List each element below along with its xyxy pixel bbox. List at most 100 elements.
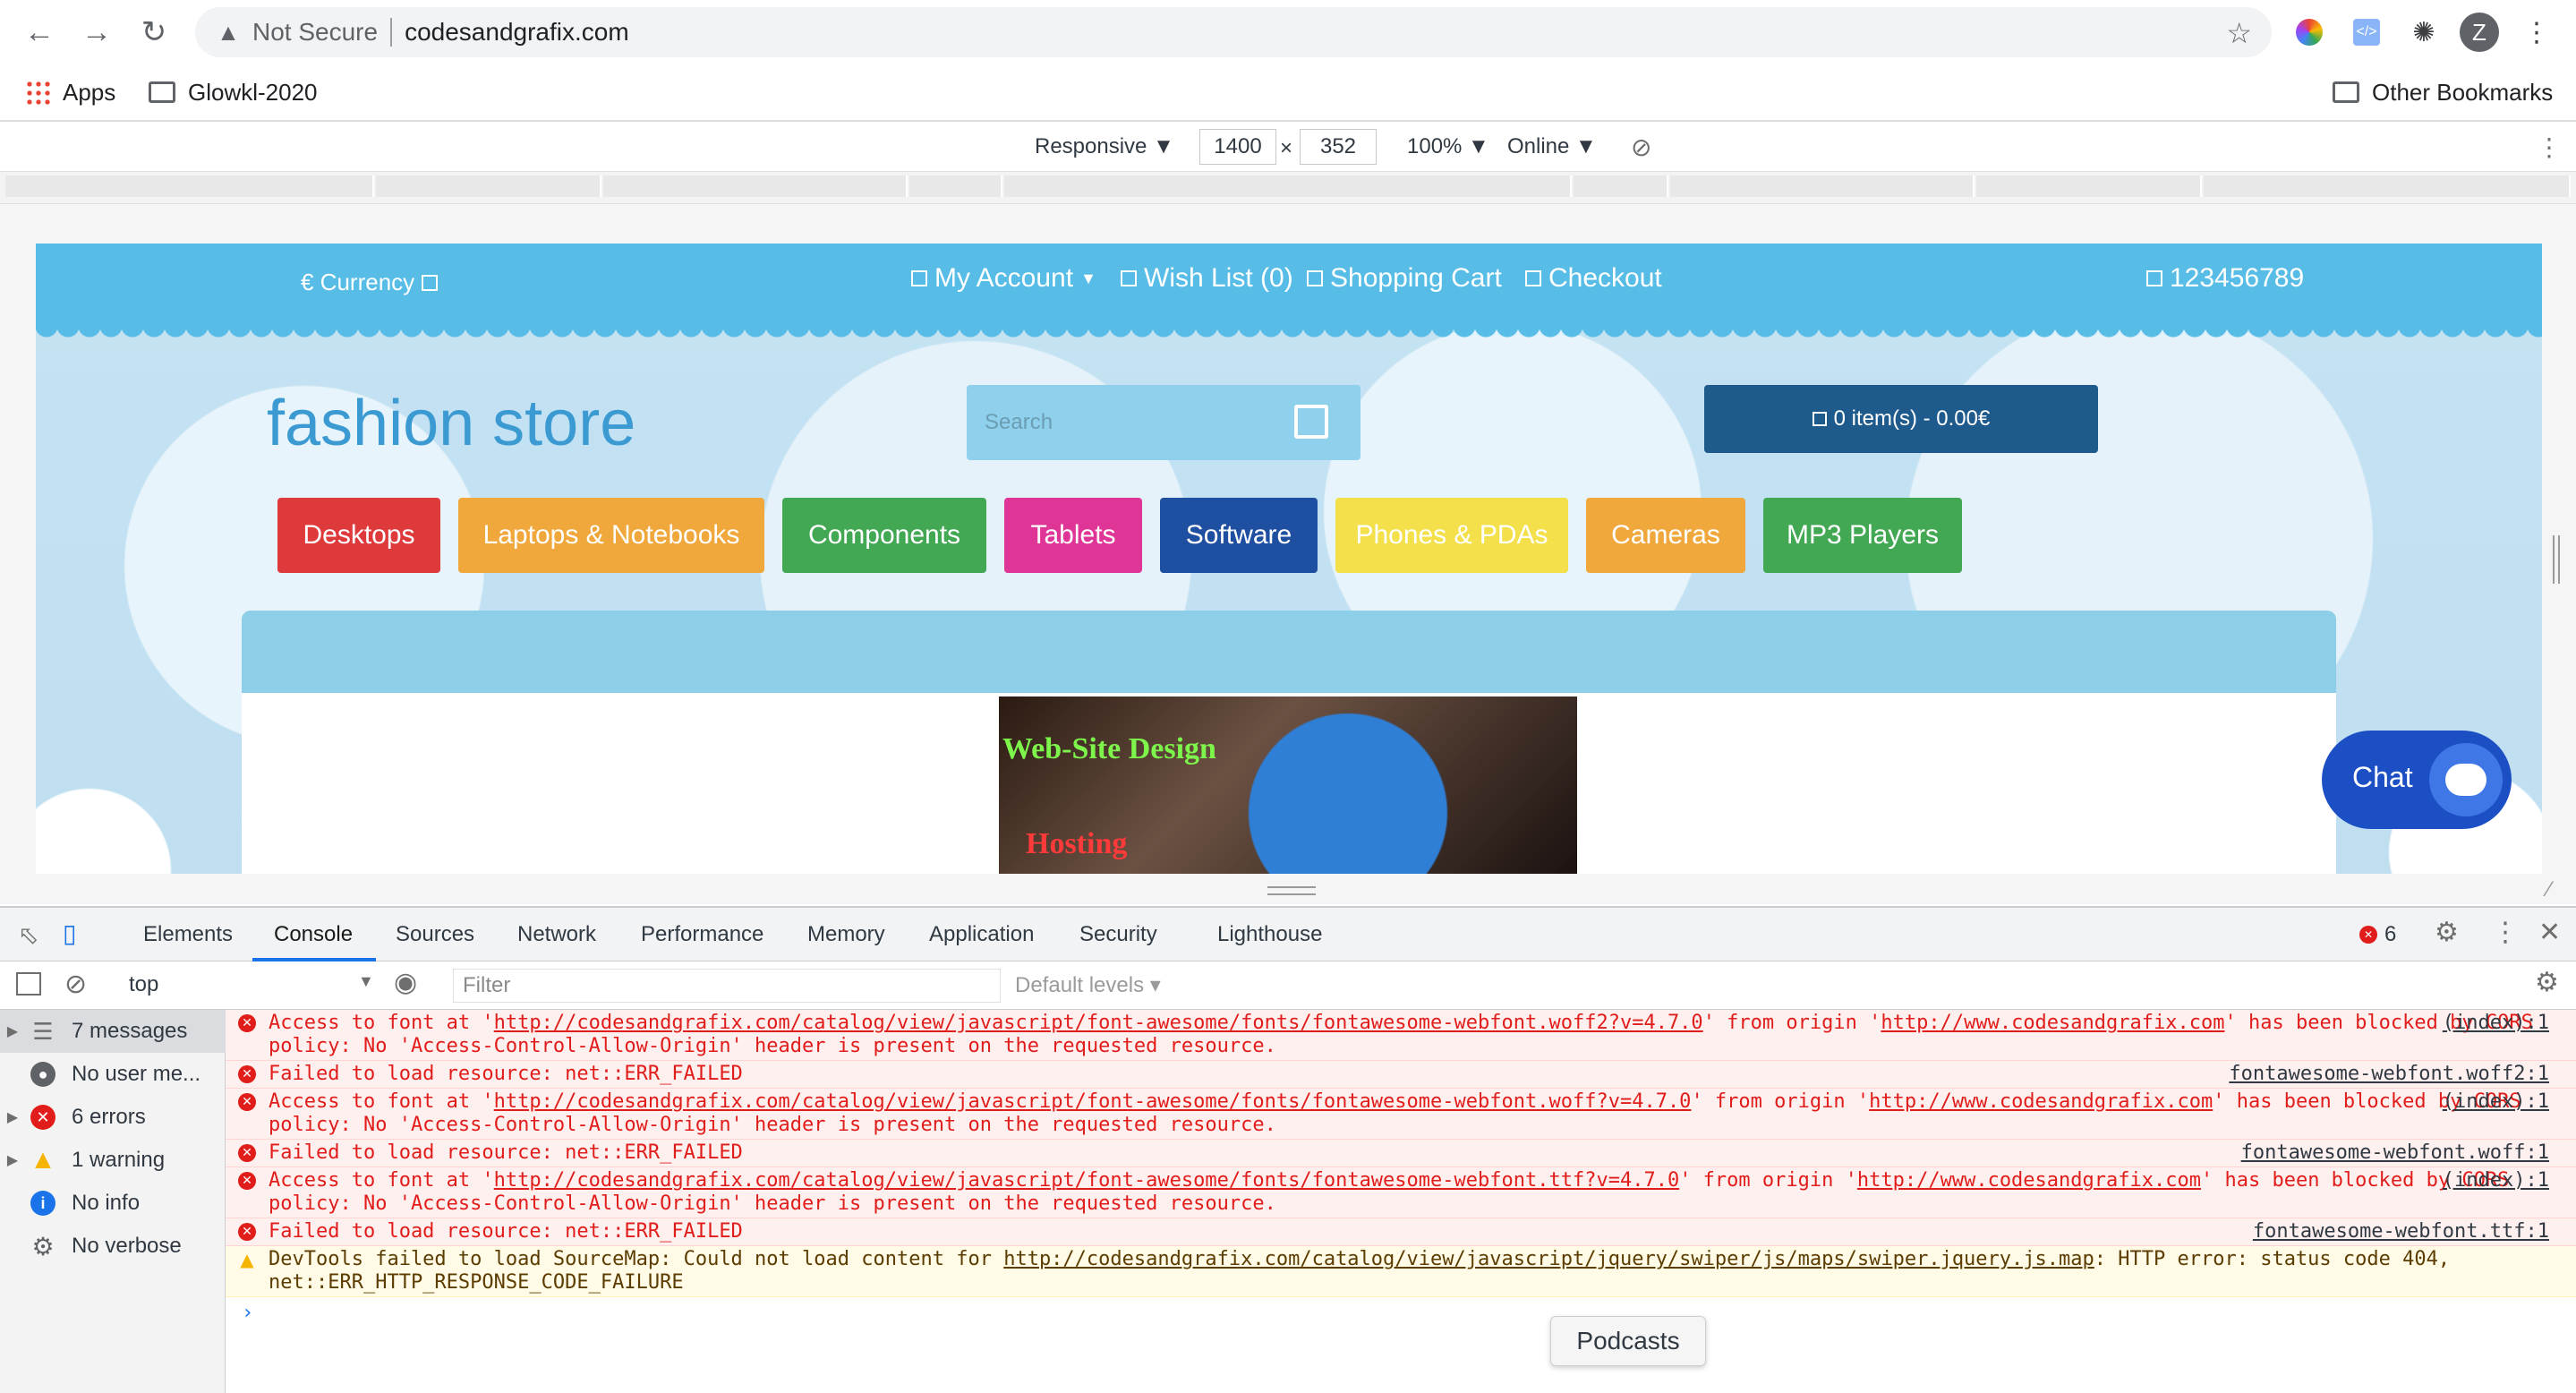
code-extension-icon[interactable]: </> xyxy=(2347,13,2386,52)
tab-memory[interactable]: Memory xyxy=(807,922,885,947)
category-tablets[interactable]: Tablets xyxy=(1004,498,1142,573)
settings-gear-icon[interactable]: ⚙ xyxy=(2435,917,2459,948)
forward-icon[interactable]: → xyxy=(77,13,116,52)
source-link[interactable]: (index):1 xyxy=(2443,1090,2549,1114)
live-expression-eye-icon[interactable]: ◉ xyxy=(394,967,417,998)
my-account-link[interactable]: My Account ▼ xyxy=(911,263,1096,294)
resource-link[interactable]: http://codesandgrafix.com/catalog/view/j… xyxy=(1003,1248,2094,1270)
category-cameras[interactable]: Cameras xyxy=(1586,498,1745,573)
wish-list-link[interactable]: Wish List (0) xyxy=(1121,263,1293,294)
viewport-width-input[interactable]: 1400 xyxy=(1199,129,1276,165)
site-logo[interactable]: fashion store xyxy=(267,387,635,460)
shopping-cart-link[interactable]: Shopping Cart xyxy=(1307,263,1502,294)
puzzle-extensions-icon[interactable]: ✺ xyxy=(2404,13,2444,52)
category-laptops[interactable]: Laptops & Notebooks xyxy=(458,498,764,573)
category-mp3-players[interactable]: MP3 Players xyxy=(1763,498,1962,573)
bookmark-star-icon[interactable]: ☆ xyxy=(2226,16,2252,50)
console-prompt[interactable]: › xyxy=(226,1297,2576,1329)
tab-security[interactable]: Security xyxy=(1079,922,1157,947)
console-message-error[interactable]: ✕ Failed to load resource: net::ERR_FAIL… xyxy=(226,1061,2576,1089)
console-message-error[interactable]: ✕ Access to font at 'http://codesandgraf… xyxy=(226,1089,2576,1140)
tab-elements[interactable]: Elements xyxy=(143,922,233,947)
corner-resize-icon[interactable]: ∕ xyxy=(2547,877,2551,902)
log-levels-select[interactable]: Default levels ▾ xyxy=(1015,972,1161,998)
category-components[interactable]: Components xyxy=(782,498,986,573)
url-text[interactable]: codesandgrafix.com xyxy=(405,18,629,47)
cart-summary-button[interactable]: 0 item(s) - 0.00€ xyxy=(1704,385,2098,453)
expand-arrow-icon[interactable]: ▶ xyxy=(0,1022,25,1040)
zoom-select[interactable]: 100% ▼ xyxy=(1407,132,1489,161)
category-desktops[interactable]: Desktops xyxy=(277,498,440,573)
expand-arrow-icon[interactable]: ▶ xyxy=(0,1108,25,1126)
viewport-height-input[interactable]: 352 xyxy=(1300,129,1377,165)
devtools-menu-icon[interactable]: ⋮ xyxy=(2492,917,2519,948)
color-extension-icon[interactable] xyxy=(2290,13,2329,52)
tab-console[interactable]: Console xyxy=(274,922,353,947)
context-select[interactable]: top xyxy=(129,972,158,997)
clear-console-icon[interactable]: ⊘ xyxy=(64,969,87,1000)
reload-icon[interactable]: ↻ xyxy=(134,13,174,52)
close-icon[interactable]: ✕ xyxy=(2538,917,2561,948)
network-throttle-select[interactable]: Online ▼ xyxy=(1507,132,1597,161)
source-link[interactable]: fontawesome-webfont.woff2:1 xyxy=(2229,1063,2549,1086)
origin-link[interactable]: http://www.codesandgrafix.com xyxy=(1869,1090,2213,1113)
address-bar[interactable]: ▲ Not Secure codesandgrafix.com ☆ xyxy=(195,7,2272,57)
device-mode-select[interactable]: Responsive ▼ xyxy=(1035,132,1174,161)
search-icon[interactable] xyxy=(1294,405,1328,439)
resource-link[interactable]: http://codesandgrafix.com/catalog/view/j… xyxy=(494,1090,1692,1113)
console-settings-icon[interactable]: ⚙ xyxy=(2535,967,2559,998)
more-menu-icon[interactable]: ⋮ xyxy=(2517,13,2556,52)
rotate-icon[interactable]: ⊘ xyxy=(1631,132,1651,161)
console-message-error[interactable]: ✕ Access to font at 'http://codesandgraf… xyxy=(226,1167,2576,1218)
search-input[interactable]: Search xyxy=(985,410,1053,435)
origin-link[interactable]: http://www.codesandgrafix.com xyxy=(1881,1012,2224,1034)
expand-arrow-icon[interactable]: ▶ xyxy=(0,1151,25,1169)
sidebar-toggle-icon[interactable] xyxy=(16,972,41,996)
tab-application[interactable]: Application xyxy=(929,922,1034,947)
back-icon[interactable]: ← xyxy=(20,13,59,52)
currency-selector[interactable]: € Currency xyxy=(301,269,445,296)
bookmark-apps[interactable]: Apps xyxy=(25,75,115,109)
viewport-resize-handle-right[interactable] xyxy=(2553,535,2560,584)
sidebar-item-info[interactable]: i No info xyxy=(0,1182,226,1225)
resource-link[interactable]: http://codesandgrafix.com/catalog/view/j… xyxy=(494,1169,1680,1192)
tab-performance[interactable]: Performance xyxy=(641,922,763,947)
console-message-error[interactable]: ✕ Failed to load resource: net::ERR_FAIL… xyxy=(226,1218,2576,1246)
error-counter[interactable]: ✕ 6 xyxy=(2359,922,2396,947)
tab-lighthouse[interactable]: Lighthouse xyxy=(1217,922,1322,947)
security-label[interactable]: Not Secure xyxy=(252,18,378,47)
profile-avatar[interactable]: Z xyxy=(2460,13,2499,52)
phone-link[interactable]: 123456789 xyxy=(2146,263,2304,294)
tab-network[interactable]: Network xyxy=(517,922,596,947)
console-filter-input[interactable]: Filter xyxy=(453,969,1001,1003)
source-link[interactable]: fontawesome-webfont.woff:1 xyxy=(2241,1141,2549,1165)
console-message-warning[interactable]: ▲ DevTools failed to load SourceMap: Cou… xyxy=(226,1246,2576,1297)
site-search-box[interactable]: Search xyxy=(967,385,1361,460)
chat-widget-button[interactable]: Chat xyxy=(2322,731,2512,829)
bookmark-folder[interactable]: Glowkl-2020 xyxy=(149,75,318,109)
sidebar-item-warnings[interactable]: ▶ ▲ 1 warning xyxy=(0,1139,226,1182)
device-toggle-icon[interactable]: ▯ xyxy=(63,919,76,948)
source-link[interactable]: (index):1 xyxy=(2443,1169,2549,1192)
banner-image[interactable]: Web-Site Design Hosting xyxy=(999,696,1577,874)
viewport-resize-handle-bottom[interactable] xyxy=(1267,886,1316,895)
other-bookmarks[interactable]: Other Bookmarks xyxy=(2333,75,2553,109)
console-message-error[interactable]: ✕ Failed to load resource: net::ERR_FAIL… xyxy=(226,1140,2576,1167)
sidebar-item-verbose[interactable]: ⚙ No verbose xyxy=(0,1225,226,1268)
source-link[interactable]: (index):1 xyxy=(2443,1012,2549,1035)
origin-link[interactable]: http://www.codesandgrafix.com xyxy=(1857,1169,2201,1192)
sidebar-item-errors[interactable]: ▶ ✕ 6 errors xyxy=(0,1096,226,1139)
context-dropdown-icon[interactable]: ▼ xyxy=(358,972,374,991)
console-message-error[interactable]: ✕ Access to font at 'http://codesandgraf… xyxy=(226,1010,2576,1061)
checkout-link[interactable]: Checkout xyxy=(1525,263,1662,294)
device-more-icon[interactable]: ⋮ xyxy=(2537,132,2562,161)
media-query-ruler[interactable] xyxy=(0,172,2576,204)
category-software[interactable]: Software xyxy=(1160,498,1318,573)
sidebar-item-messages[interactable]: ▶ ☰ 7 messages xyxy=(0,1010,226,1053)
resource-link[interactable]: http://codesandgrafix.com/catalog/view/j… xyxy=(494,1012,1703,1034)
sidebar-item-user-messages[interactable]: ● No user me... xyxy=(0,1053,226,1096)
tab-sources[interactable]: Sources xyxy=(396,922,474,947)
source-link[interactable]: fontawesome-webfont.ttf:1 xyxy=(2253,1220,2549,1243)
inspect-element-icon[interactable]: ⬁ xyxy=(18,920,38,950)
category-phones[interactable]: Phones & PDAs xyxy=(1335,498,1568,573)
